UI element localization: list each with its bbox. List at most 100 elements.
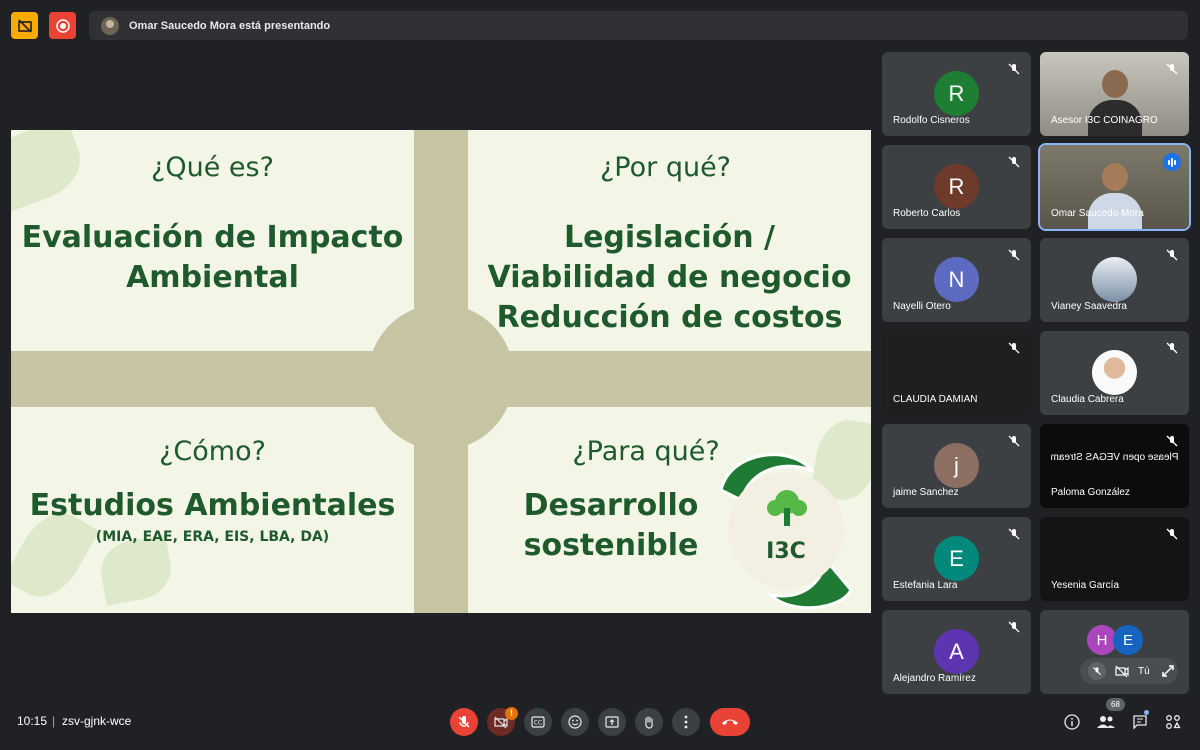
answer-por-que-line3: Reducción de costos <box>496 300 843 335</box>
emoji-icon <box>568 715 582 729</box>
answer-que-es-line1: Evaluación de Impacto <box>21 220 404 255</box>
participant-avatar: R <box>934 71 979 116</box>
people-count-badge: 68 <box>1106 698 1125 711</box>
shared-slide: ¿Qué es? Evaluación de Impacto Ambiental… <box>11 130 871 613</box>
mic-off-icon <box>1166 435 1178 447</box>
participant-avatar: A <box>934 629 979 674</box>
mic-off-icon <box>1008 156 1020 168</box>
question-como: ¿Cómo? <box>159 436 266 467</box>
presenter-avatar <box>101 16 119 35</box>
people-button[interactable] <box>1096 712 1116 732</box>
hand-icon <box>645 716 653 729</box>
recording-layout-button[interactable] <box>11 12 38 39</box>
participant-tile-speaking[interactable]: Omar Saucedo Mora <box>1038 143 1191 231</box>
participant-tile[interactable]: Asesor I3C COINAGRO <box>1040 52 1189 136</box>
self-tile[interactable]: H E Tú <box>1040 610 1189 694</box>
more-vert-icon <box>684 715 688 729</box>
participant-tile[interactable]: Yesenia García <box>1040 517 1189 601</box>
participant-tile[interactable]: Claudia Cabrera <box>1040 331 1189 415</box>
participant-photo <box>1092 350 1137 395</box>
record-icon <box>55 18 70 33</box>
chat-notification-dot <box>1144 710 1149 715</box>
answer-que-es-line2: Ambiental <box>126 260 299 295</box>
participant-photo <box>1092 257 1137 302</box>
leave-call-button[interactable] <box>710 708 750 736</box>
mic-toggle-button[interactable] <box>450 708 478 736</box>
participant-avatar: j <box>934 443 979 488</box>
meeting-code: zsv-gjnk-wce <box>62 714 132 728</box>
people-icon <box>1097 716 1115 728</box>
participant-tile[interactable]: j jaime Sanchez <box>882 424 1031 508</box>
answer-para-que-line2: sostenible <box>523 528 699 563</box>
answer-para-que-line1: Desarrollo <box>523 488 699 523</box>
speaking-indicator-icon <box>1163 153 1181 171</box>
no-camera-icon <box>17 18 32 33</box>
present-icon <box>605 716 619 728</box>
captions-icon: CC <box>531 716 545 728</box>
participant-name: Paloma González <box>1051 487 1130 498</box>
mic-off-icon <box>1166 249 1178 261</box>
reactions-button[interactable] <box>561 708 589 736</box>
question-que-es: ¿Qué es? <box>151 152 274 183</box>
mic-off-icon <box>1093 667 1101 675</box>
participant-tile[interactable]: R Rodolfo Cisneros <box>882 52 1031 136</box>
participant-name: Estefania Lara <box>893 580 958 591</box>
participant-name: Omar Saucedo Mora <box>1051 208 1144 219</box>
participant-tile[interactable]: CLAUDIA DAMIAN <box>882 331 1031 415</box>
mic-off-icon <box>458 716 470 728</box>
meeting-time: 10:15 <box>17 714 48 728</box>
mirrored-video-text: Please open VEGAS Stream <box>1050 452 1179 463</box>
participant-avatar: N <box>934 257 979 302</box>
mic-off-icon <box>1008 249 1020 261</box>
mic-off-icon <box>1166 63 1178 75</box>
mic-off-icon <box>1008 528 1020 540</box>
leaf-decoration <box>96 534 176 606</box>
participant-name: Nayelli Otero <box>893 301 951 312</box>
participant-name: Asesor I3C COINAGRO <box>1051 115 1158 126</box>
participant-name: Rodolfo Cisneros <box>893 115 970 126</box>
separator: | <box>52 714 56 728</box>
answer-por-que-line2: Viabilidad de negocio <box>487 260 852 295</box>
mic-off-icon <box>1008 435 1020 447</box>
mic-off-icon <box>1166 528 1178 540</box>
recording-button[interactable] <box>49 12 76 39</box>
meeting-info-button[interactable] <box>1062 712 1082 732</box>
participant-tile[interactable]: A Alejandro Ramírez <box>882 610 1031 694</box>
info-icon <box>1064 714 1080 730</box>
answer-por-que-line1: Legislación / <box>563 220 776 255</box>
participant-tile[interactable]: R Roberto Carlos <box>882 145 1031 229</box>
mic-off-icon <box>1008 621 1020 633</box>
more-options-button[interactable] <box>672 708 700 736</box>
participant-tile[interactable]: Please open VEGAS Stream Paloma González <box>1040 424 1189 508</box>
i3c-logo: I3C <box>711 450 861 610</box>
question-por-que: ¿Por qué? <box>599 152 732 183</box>
expand-icon[interactable] <box>1161 664 1175 678</box>
chat-icon <box>1133 715 1147 730</box>
participant-avatar: E <box>934 536 979 581</box>
mic-off-icon <box>1008 63 1020 75</box>
participant-name: CLAUDIA DAMIAN <box>893 394 978 405</box>
participant-name: Vianey Saavedra <box>1051 301 1127 312</box>
participant-name: Roberto Carlos <box>893 208 961 219</box>
participant-avatar: R <box>934 164 979 209</box>
participant-tile[interactable]: E Estefania Lara <box>882 517 1031 601</box>
participant-tile[interactable]: Vianey Saavedra <box>1040 238 1189 322</box>
logo-text: I3C <box>766 539 806 564</box>
svg-text:CC: CC <box>534 720 542 727</box>
camera-warning-badge: ! <box>505 707 518 720</box>
captions-button[interactable]: CC <box>524 708 552 736</box>
participant-name: jaime Sanchez <box>893 487 959 498</box>
camera-off-icon[interactable] <box>1115 664 1129 678</box>
self-mic-button[interactable] <box>1088 662 1106 680</box>
top-bar: Omar Saucedo Mora está presentando <box>0 0 1200 50</box>
chat-button[interactable] <box>1130 712 1150 732</box>
participant-name: Yesenia García <box>1051 580 1120 591</box>
raise-hand-button[interactable] <box>635 708 663 736</box>
participant-name: Alejandro Ramírez <box>893 673 976 684</box>
presenting-text: Omar Saucedo Mora está presentando <box>129 19 331 32</box>
self-label: Tú <box>1138 665 1150 677</box>
participant-tile[interactable]: N Nayelli Otero <box>882 238 1031 322</box>
participant-name: Claudia Cabrera <box>1051 394 1124 405</box>
present-button[interactable] <box>598 708 626 736</box>
activities-button[interactable] <box>1163 712 1183 732</box>
